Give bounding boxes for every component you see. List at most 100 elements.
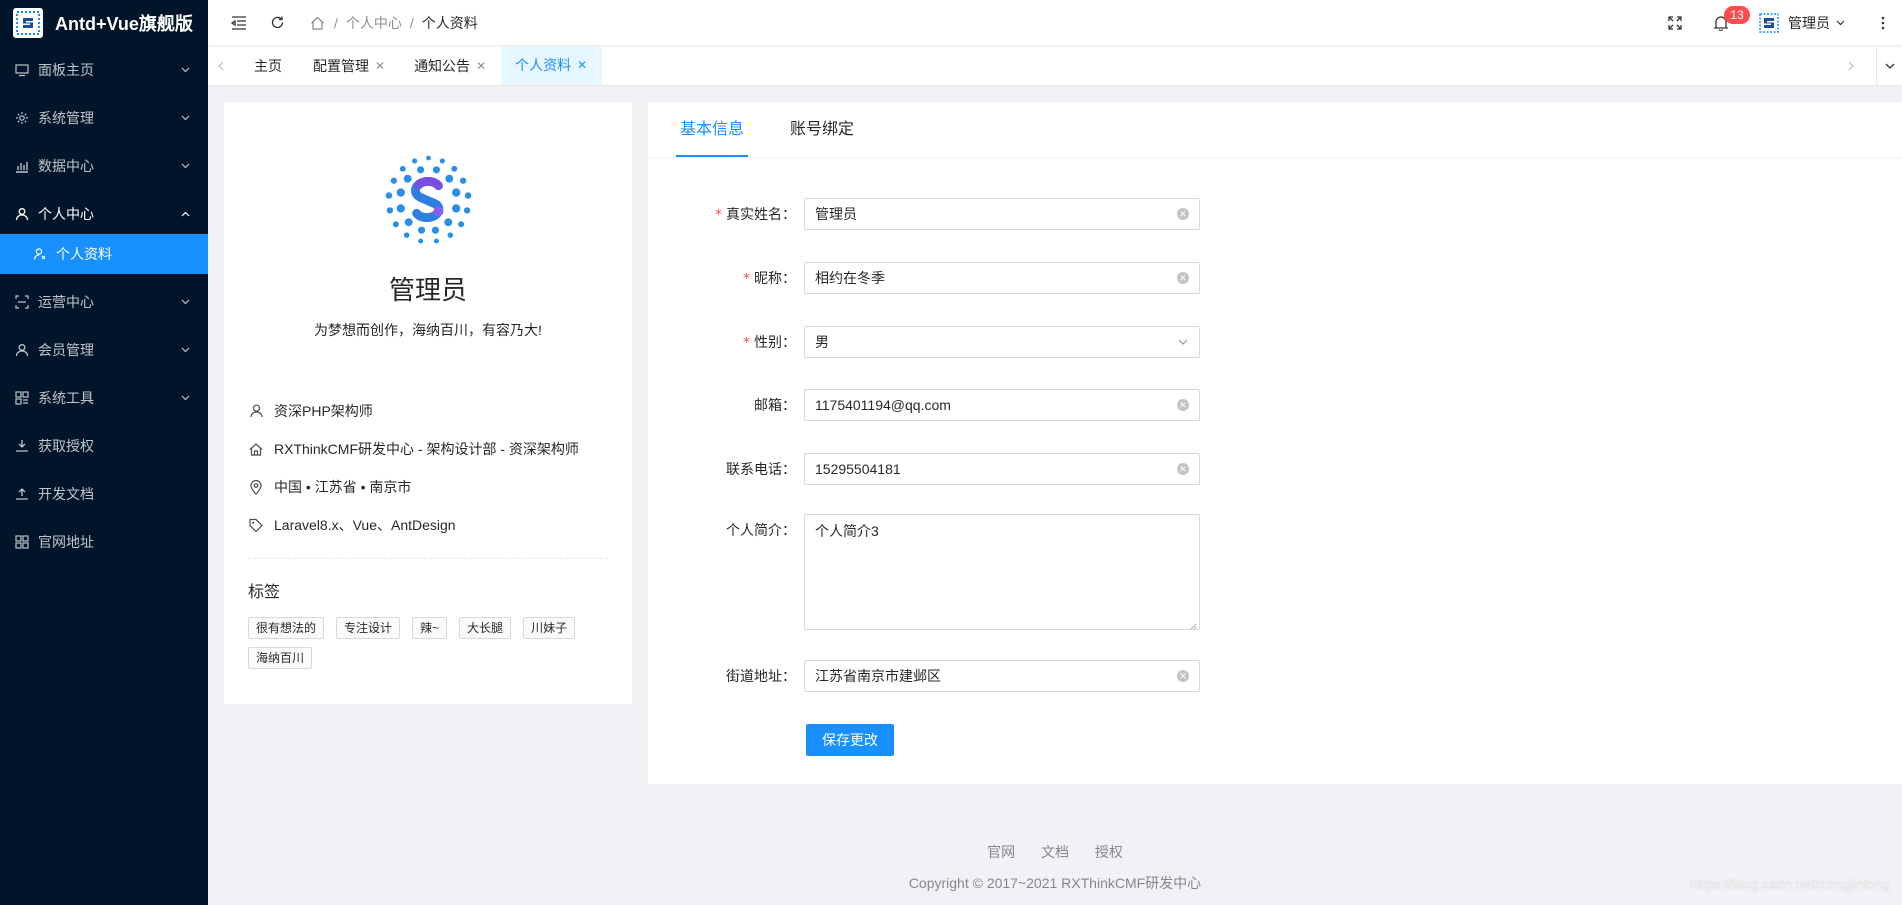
clear-icon[interactable]: ✕ [1177, 670, 1189, 682]
phone-input[interactable] [815, 461, 1177, 477]
footer-link-license[interactable]: 授权 [1095, 844, 1123, 860]
form-row-phone: 联系电话： ✕ [648, 453, 1902, 485]
sidebar-item-system[interactable]: 系统管理 [0, 98, 208, 138]
chevron-down-icon[interactable] [1834, 14, 1846, 32]
address-field[interactable]: ✕ [804, 660, 1200, 692]
tab-account-binding[interactable]: 账号绑定 [790, 115, 854, 157]
gender-label: * 性别： [648, 326, 804, 358]
logo-icon [13, 8, 43, 38]
tab-scroll-right-icon[interactable] [1838, 47, 1864, 85]
label-text: 街道地址 [726, 668, 782, 684]
breadcrumb-separator: / [334, 14, 338, 31]
label-colon: ： [782, 270, 796, 286]
resize-handle-icon[interactable] [1189, 622, 1197, 630]
settings-card: 基本信息 账号绑定 *真实姓名： ✕ *昵称： ✕ *性别： 男 邮箱： ✕ 联… [648, 102, 1902, 784]
realname-field[interactable]: ✕ [804, 198, 1200, 230]
realname-label: * 真实姓名： [648, 198, 804, 230]
fullscreen-icon[interactable] [1666, 14, 1684, 32]
profile-signature: 为梦想而创作，海纳百川，有容乃大! [314, 322, 542, 338]
logo[interactable]: Antd+Vue旗舰版 [0, 0, 208, 46]
email-field[interactable]: ✕ [804, 389, 1200, 421]
tag[interactable]: 专注设计 [336, 617, 401, 639]
user-name[interactable]: 管理员 [1788, 13, 1830, 33]
user-icon [14, 206, 30, 222]
label-colon: ： [782, 461, 796, 477]
form-row-address: 街道地址： ✕ [648, 660, 1902, 692]
notification-badge: 13 [1724, 6, 1750, 24]
profile-details: 资深PHP架构师 RXThinkCMF研发中心 - 架构设计部 - 资深架构师 … [248, 392, 608, 544]
tab-notice[interactable]: 通知公告 ✕ [400, 47, 501, 85]
form-row-gender: * 性别： 男 [648, 326, 1902, 358]
address-label: 街道地址： [648, 660, 804, 692]
clear-icon[interactable]: ✕ [1177, 208, 1189, 220]
nickname-field[interactable]: ✕ [804, 262, 1200, 294]
user-icon [248, 403, 264, 419]
sidebar-item-dashboard[interactable]: 面板主页 [0, 50, 208, 90]
sidebar-item-operation[interactable]: 运营中心 [0, 282, 208, 322]
tab-home[interactable]: 主页 [234, 47, 299, 85]
tag[interactable]: 川妹子 [523, 617, 576, 639]
bell-icon[interactable]: 13 [1712, 6, 1750, 32]
sidebar-item-label: 官网地址 [38, 534, 94, 550]
upload-icon [14, 486, 30, 502]
breadcrumb-current: 个人资料 [421, 14, 478, 31]
home-icon[interactable] [308, 14, 326, 32]
sidebar-item-profile[interactable]: 个人资料 [0, 234, 208, 274]
chevron-down-icon [1177, 336, 1189, 348]
sidebar-item-website[interactable]: 官网地址 [0, 522, 208, 562]
profile-avatar [385, 155, 472, 244]
profile-location-row: 中国 • 江苏省 • 南京市 [248, 468, 608, 506]
tab-scroll-left-icon[interactable] [208, 47, 234, 85]
sidebar-item-docs[interactable]: 开发文档 [0, 474, 208, 514]
footer-link-docs[interactable]: 文档 [1041, 844, 1069, 860]
menu-fold-icon[interactable] [230, 14, 248, 32]
tag[interactable]: 很有想法的 [248, 617, 325, 639]
tab-config[interactable]: 配置管理 ✕ [299, 47, 400, 85]
header-actions: 13 管理员 [1666, 0, 1902, 46]
realname-input[interactable] [815, 206, 1177, 222]
label-text: 性别 [754, 334, 782, 350]
tab-label: 通知公告 [414, 58, 471, 74]
more-vertical-icon[interactable] [1874, 14, 1892, 32]
tab-label: 个人资料 [515, 57, 572, 73]
tag[interactable]: 海纳百川 [248, 647, 313, 669]
email-input[interactable] [815, 397, 1177, 413]
avatar[interactable] [1758, 12, 1780, 34]
gender-select[interactable]: 男 [804, 326, 1200, 358]
save-button[interactable]: 保存更改 [806, 724, 894, 756]
close-icon[interactable]: ✕ [577, 58, 587, 72]
nickname-label: * 昵称： [648, 262, 804, 294]
footer-link-website[interactable]: 官网 [987, 844, 1015, 860]
sidebar-item-member[interactable]: 会员管理 [0, 330, 208, 370]
close-icon[interactable]: ✕ [476, 59, 486, 73]
clear-icon[interactable]: ✕ [1177, 463, 1189, 475]
address-input[interactable] [815, 668, 1177, 684]
sidebar-item-personal[interactable]: 个人中心 [0, 194, 208, 234]
sidebar-item-tools[interactable]: 系统工具 [0, 378, 208, 418]
phone-field[interactable]: ✕ [804, 453, 1200, 485]
tag[interactable]: 辣~ [412, 617, 448, 639]
clear-icon[interactable]: ✕ [1177, 399, 1189, 411]
user-profile-icon [32, 246, 48, 262]
reload-icon[interactable] [268, 14, 286, 32]
monitor-icon [14, 62, 30, 78]
nickname-input[interactable] [815, 270, 1177, 286]
tab-basic-info[interactable]: 基本信息 [676, 115, 749, 157]
sidebar-item-label: 开发文档 [38, 486, 94, 502]
breadcrumb-item[interactable]: 个人中心 [346, 13, 402, 33]
clear-icon[interactable]: ✕ [1177, 272, 1189, 284]
sidebar: Antd+Vue旗舰版 面板主页 系统管理 数据中心 个人中心 个人资料 运营中… [0, 0, 208, 905]
close-icon[interactable]: ✕ [375, 59, 385, 73]
tag-icon [248, 517, 264, 533]
tab-menu-chevron-down-icon[interactable] [1876, 47, 1902, 85]
chevron-up-icon [180, 209, 190, 219]
layout-icon [14, 390, 30, 406]
sidebar-item-data[interactable]: 数据中心 [0, 146, 208, 186]
tab-profile[interactable]: 个人资料 ✕ [501, 47, 603, 85]
required-mark: * [715, 207, 722, 223]
sidebar-item-license[interactable]: 获取授权 [0, 426, 208, 466]
setting-icon [14, 110, 30, 126]
form-row-email: 邮箱： ✕ [648, 389, 1902, 421]
tag[interactable]: 大长腿 [459, 617, 512, 639]
intro-textarea[interactable]: 个人简介3 [804, 514, 1200, 630]
